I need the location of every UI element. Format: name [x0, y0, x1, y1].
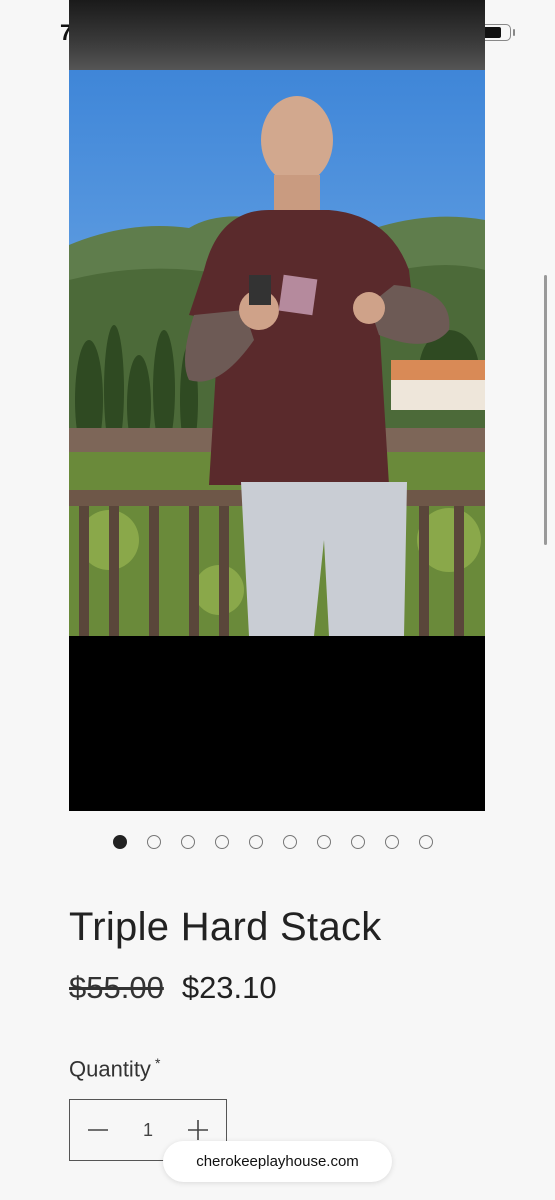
- carousel-dot-9[interactable]: [385, 835, 399, 849]
- decrease-quantity-button[interactable]: [70, 1100, 126, 1160]
- quantity-input[interactable]: 1: [143, 1120, 153, 1141]
- carousel-dot-2[interactable]: [147, 835, 161, 849]
- carousel-dot-8[interactable]: [351, 835, 365, 849]
- photo-top-fade: [69, 0, 485, 70]
- minus-icon: [88, 1129, 108, 1131]
- carousel-dot-1[interactable]: [113, 835, 127, 849]
- page-scrollbar[interactable]: [544, 275, 547, 545]
- carousel-dot-10[interactable]: [419, 835, 433, 849]
- original-price: $55.00: [69, 970, 164, 1005]
- browser-url: cherokeeplayhouse.com: [196, 1153, 359, 1170]
- carousel-dot-3[interactable]: [181, 835, 195, 849]
- product-photo-scene: [69, 70, 485, 636]
- product-photo[interactable]: [69, 0, 485, 811]
- browser-address-bar[interactable]: cherokeeplayhouse.com: [163, 1141, 392, 1182]
- price-row: $55.00 $23.10: [69, 970, 277, 1006]
- carousel-pagination: [113, 835, 433, 849]
- required-mark: *: [154, 1055, 161, 1071]
- carousel-dot-7[interactable]: [317, 835, 331, 849]
- quantity-label-text: Quantity: [69, 1056, 151, 1082]
- carousel-dot-6[interactable]: [283, 835, 297, 849]
- carousel-dot-5[interactable]: [249, 835, 263, 849]
- sale-price: $23.10: [181, 970, 277, 1005]
- product-title: Triple Hard Stack: [69, 905, 382, 949]
- carousel-dot-4[interactable]: [215, 835, 229, 849]
- quantity-label: Quantity *: [69, 1055, 160, 1082]
- plus-icon: [187, 1120, 208, 1140]
